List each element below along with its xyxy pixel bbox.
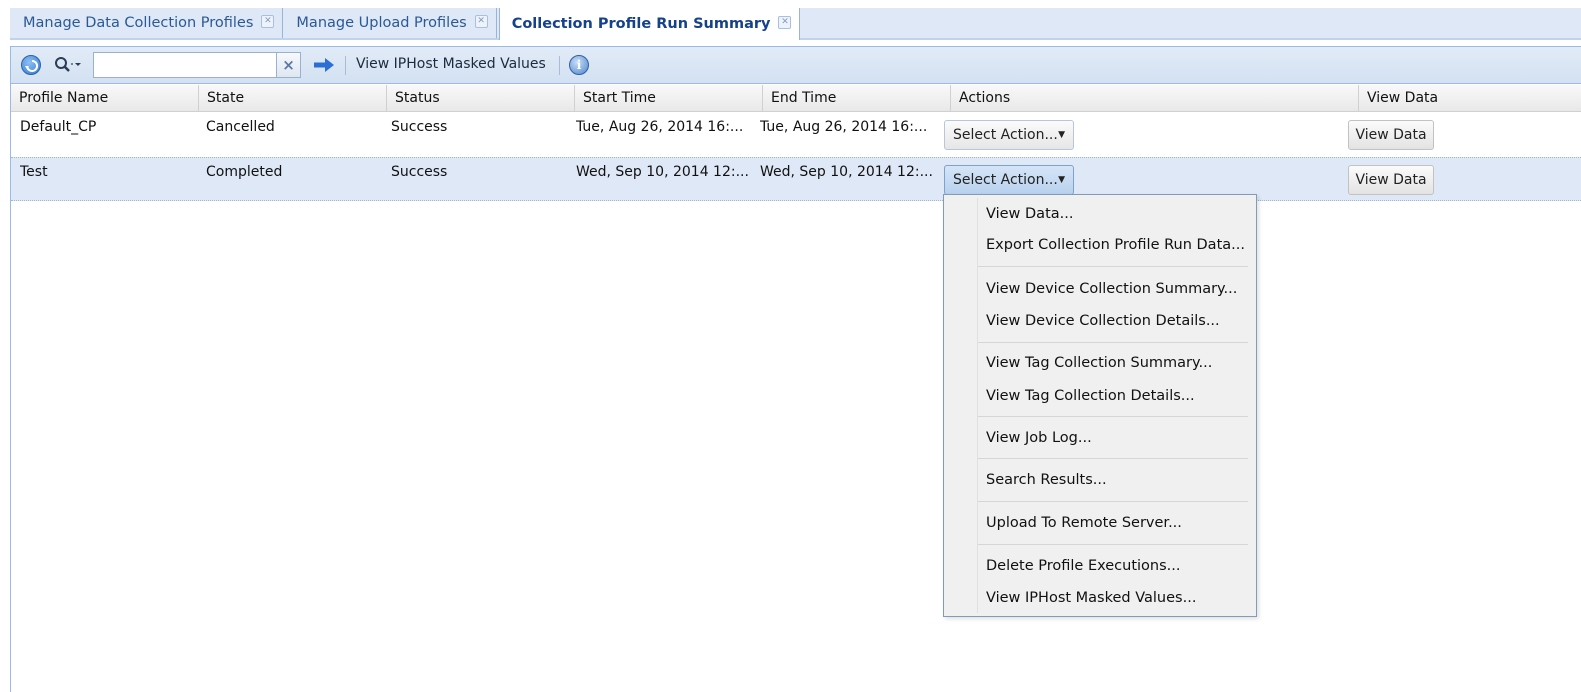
- tab-manage-upload-profiles[interactable]: Manage Upload Profiles ✕: [283, 8, 497, 38]
- view-masked-values-button[interactable]: View IPHost Masked Values: [356, 56, 546, 72]
- grid-header: Profile Name State Status Start Time End…: [11, 85, 1581, 112]
- cell-status: Success: [391, 119, 448, 135]
- tab-bar: Manage Data Collection Profiles ✕ Manage…: [10, 8, 1581, 40]
- menu-item-search-results[interactable]: Search Results...: [986, 472, 1107, 488]
- select-action-label: Select Action...: [953, 127, 1058, 143]
- cell-status: Success: [391, 164, 448, 180]
- cell-start-time: Wed, Sep 10, 2014 12:...: [576, 164, 749, 180]
- cell-start-time: Tue, Aug 26, 2014 16:...: [576, 119, 744, 135]
- toolbar-divider: [345, 56, 346, 75]
- menu-item-export-run-data[interactable]: Export Collection Profile Run Data...: [986, 237, 1245, 253]
- column-header-start-time[interactable]: Start Time: [575, 85, 763, 112]
- tab-label: Manage Upload Profiles: [296, 15, 467, 31]
- tab-label: Collection Profile Run Summary: [511, 16, 771, 32]
- table-row[interactable]: Default_CP Cancelled Success Tue, Aug 26…: [11, 113, 1581, 157]
- cell-end-time: Tue, Aug 26, 2014 16:...: [760, 119, 928, 135]
- column-header-view-data[interactable]: View Data: [1359, 85, 1581, 112]
- column-header-end-time[interactable]: End Time: [763, 85, 951, 112]
- tab-label: Manage Data Collection Profiles: [23, 15, 254, 31]
- menu-separator: [978, 266, 1248, 267]
- select-action-label: Select Action...: [953, 172, 1058, 188]
- column-header-status[interactable]: Status: [387, 85, 575, 112]
- menu-item-view-masked-values[interactable]: View IPHost Masked Values...: [986, 590, 1196, 606]
- select-action-menu: View Data... Export Collection Profile R…: [943, 194, 1257, 617]
- tab-collection-profile-run-summary[interactable]: Collection Profile Run Summary ✕: [498, 8, 801, 40]
- arrow-right-icon[interactable]: [313, 55, 335, 75]
- toolbar: × View IPHost Masked Values i: [11, 47, 1581, 84]
- caret-down-icon: ▼: [1058, 175, 1065, 185]
- cell-profile-name: Test: [20, 164, 48, 180]
- menu-item-view-job-log[interactable]: View Job Log...: [986, 430, 1092, 446]
- search-input[interactable]: [93, 52, 277, 78]
- run-summary-panel: × View IPHost Masked Values i Profile Na…: [10, 46, 1581, 692]
- column-header-profile-name[interactable]: Profile Name: [11, 85, 199, 112]
- select-action-button[interactable]: Select Action... ▼: [944, 165, 1074, 195]
- menu-item-device-collection-details[interactable]: View Device Collection Details...: [986, 313, 1220, 329]
- view-data-button[interactable]: View Data: [1348, 120, 1434, 150]
- view-data-button[interactable]: View Data: [1348, 165, 1434, 195]
- menu-separator: [978, 544, 1248, 545]
- column-header-state[interactable]: State: [199, 85, 387, 112]
- refresh-icon[interactable]: [21, 55, 41, 75]
- menu-item-device-collection-summary[interactable]: View Device Collection Summary...: [986, 281, 1237, 297]
- menu-item-delete-profile-executions[interactable]: Delete Profile Executions...: [986, 558, 1180, 574]
- close-icon[interactable]: ✕: [474, 14, 488, 28]
- tab-manage-data-collection-profiles[interactable]: Manage Data Collection Profiles ✕: [10, 8, 284, 38]
- menu-separator: [978, 416, 1248, 417]
- toolbar-divider: [559, 56, 560, 75]
- menu-item-tag-collection-summary[interactable]: View Tag Collection Summary...: [986, 355, 1212, 371]
- select-action-button[interactable]: Select Action... ▼: [944, 120, 1074, 150]
- table-row[interactable]: Test Completed Success Wed, Sep 10, 2014…: [11, 157, 1581, 201]
- clear-search-button[interactable]: ×: [277, 52, 301, 78]
- cell-end-time: Wed, Sep 10, 2014 12:...: [760, 164, 933, 180]
- menu-separator: [978, 458, 1248, 459]
- close-icon[interactable]: ✕: [778, 15, 792, 29]
- menu-separator: [978, 501, 1248, 502]
- cell-state: Completed: [206, 164, 283, 180]
- cell-state: Cancelled: [206, 119, 275, 135]
- menu-item-tag-collection-details[interactable]: View Tag Collection Details...: [986, 388, 1195, 404]
- column-header-actions[interactable]: Actions: [951, 85, 1359, 112]
- cell-profile-name: Default_CP: [20, 119, 97, 135]
- caret-down-icon: ▼: [1058, 130, 1065, 140]
- menu-gutter: [977, 198, 978, 613]
- info-icon[interactable]: i: [569, 55, 589, 75]
- search-icon[interactable]: [53, 55, 83, 75]
- menu-item-upload-remote-server[interactable]: Upload To Remote Server...: [986, 515, 1182, 531]
- close-icon[interactable]: ✕: [261, 14, 275, 28]
- menu-item-view-data[interactable]: View Data...: [986, 206, 1073, 222]
- menu-separator: [978, 342, 1248, 343]
